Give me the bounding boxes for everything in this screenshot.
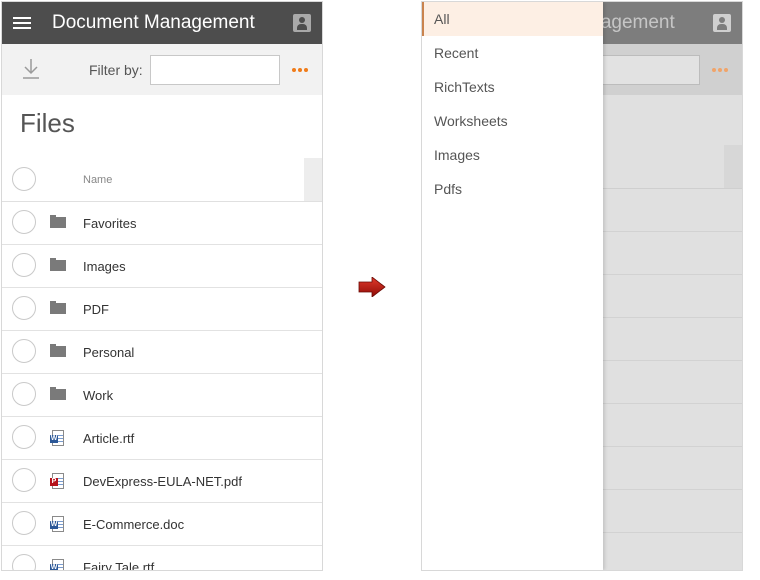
profile-icon[interactable] bbox=[293, 14, 311, 32]
row-checkbox[interactable] bbox=[12, 468, 36, 492]
drawer-item-all[interactable]: All bbox=[422, 2, 603, 36]
row-checkbox[interactable] bbox=[12, 425, 36, 449]
row-checkbox[interactable] bbox=[12, 210, 36, 234]
folder-icon bbox=[50, 301, 66, 317]
right-arrow-icon bbox=[358, 277, 386, 297]
file-name: DevExpress-EULA-NET.pdf bbox=[83, 474, 242, 489]
drawer-item-worksheets[interactable]: Worksheets bbox=[422, 104, 603, 138]
page-title: Files bbox=[20, 108, 75, 138]
file-name: Personal bbox=[83, 345, 135, 360]
list-item[interactable]: W Fairy Tale.rtf bbox=[2, 546, 322, 571]
file-name: PDF bbox=[83, 302, 109, 317]
list-item[interactable]: W E-Commerce.doc bbox=[2, 503, 322, 546]
column-header-name[interactable]: Name bbox=[83, 174, 112, 186]
file-name: Favorites bbox=[83, 216, 137, 231]
app-bar: Document Management bbox=[2, 2, 322, 44]
app-title: Document Management bbox=[52, 12, 255, 33]
more-options-icon[interactable] bbox=[292, 63, 310, 72]
row-checkbox[interactable] bbox=[12, 554, 36, 570]
file-name: E-Commerce.doc bbox=[83, 517, 185, 532]
select-all-checkbox[interactable] bbox=[12, 167, 36, 191]
more-options-icon[interactable] bbox=[712, 63, 730, 72]
row-checkbox[interactable] bbox=[12, 339, 36, 363]
file-name: Article.rtf bbox=[83, 431, 135, 446]
hamburger-menu-icon[interactable] bbox=[13, 17, 31, 30]
row-checkbox[interactable] bbox=[12, 511, 36, 535]
filter-label: Filter by: bbox=[89, 62, 143, 78]
list-item[interactable]: Favorites bbox=[2, 202, 322, 245]
list-item[interactable]: Work bbox=[2, 374, 322, 417]
file-name: Work bbox=[83, 388, 114, 403]
word-document-icon: W bbox=[50, 559, 66, 570]
list-item[interactable]: Images bbox=[2, 245, 322, 288]
row-checkbox[interactable] bbox=[12, 296, 36, 320]
pdf-document-icon: P bbox=[50, 473, 66, 489]
list-item[interactable]: W Article.rtf bbox=[2, 417, 322, 460]
folder-icon bbox=[50, 387, 66, 403]
drawer-item-recent[interactable]: Recent bbox=[422, 36, 603, 70]
row-checkbox[interactable] bbox=[12, 253, 36, 277]
word-document-icon: W bbox=[50, 430, 66, 446]
folder-icon bbox=[50, 215, 66, 231]
file-manager-panel: Document Management Filter by: Files Nam… bbox=[1, 1, 323, 571]
list-item[interactable]: P DevExpress-EULA-NET.pdf bbox=[2, 460, 322, 503]
file-name: Fairy Tale.rtf bbox=[83, 560, 155, 571]
scrollbar[interactable] bbox=[724, 145, 742, 188]
filter-input[interactable] bbox=[150, 55, 280, 85]
download-icon[interactable] bbox=[22, 58, 40, 80]
row-checkbox[interactable] bbox=[12, 382, 36, 406]
drawer-item-pdfs[interactable]: Pdfs bbox=[422, 172, 603, 206]
drawer-item-images[interactable]: Images bbox=[422, 138, 603, 172]
file-list: Favorites Images PDF Personal Work W Art… bbox=[2, 202, 322, 571]
folder-icon bbox=[50, 258, 66, 274]
navigation-drawer: All Recent RichTexts Worksheets Images P… bbox=[422, 2, 603, 570]
list-header: Name bbox=[2, 158, 322, 202]
drawer-item-richtexts[interactable]: RichTexts bbox=[422, 70, 603, 104]
file-manager-panel-with-drawer: Document Management DevExpress-EULA-NET.… bbox=[421, 1, 743, 571]
scrollbar[interactable] bbox=[304, 158, 322, 201]
file-name: Images bbox=[83, 259, 126, 274]
list-item[interactable]: Personal bbox=[2, 331, 322, 374]
toolbar: Filter by: bbox=[2, 44, 322, 95]
list-item[interactable]: PDF bbox=[2, 288, 322, 331]
folder-icon bbox=[50, 344, 66, 360]
profile-icon[interactable] bbox=[713, 14, 731, 32]
word-document-icon: W bbox=[50, 516, 66, 532]
